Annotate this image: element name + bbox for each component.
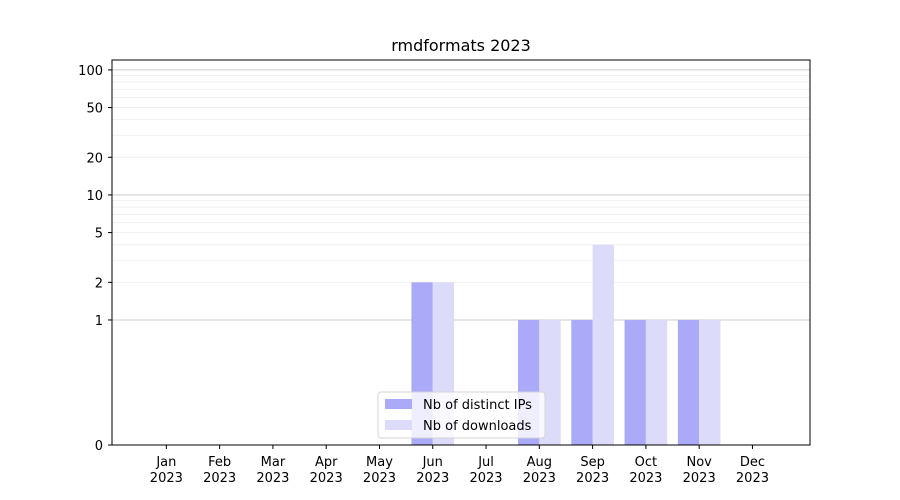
y-tick-label: 10 [86,189,103,204]
legend: Nb of distinct IPs Nb of downloads [377,391,546,439]
legend-swatch [385,420,412,430]
bar-downloads-nov [699,319,721,445]
y-tick-label: 20 [86,151,103,166]
chart-title: rmdformats 2023 [391,36,531,55]
chart: rmdformats 2023 0125102050100 Jan 2023Feb… [0,0,900,500]
x-tick-label: May 2023 [363,455,396,486]
bar-distinct-ips-sep [571,319,593,445]
y-tick-label: 0 [95,439,103,454]
bar-downloads-oct [645,319,668,445]
legend-swatch [385,399,412,409]
legend-label: Nb of distinct IPs [423,398,532,413]
y-tick-label: 100 [78,64,103,79]
y-tick-label: 2 [95,276,103,291]
x-tick-label: Nov 2023 [683,455,716,486]
bar-downloads-sep [592,244,614,445]
x-tick-label: Dec 2023 [736,455,769,486]
grid-lines [112,69,810,321]
x-tick-label: Sep 2023 [576,455,609,486]
y-tick-label: 5 [95,227,103,242]
x-tick-label: Mar 2023 [256,455,289,486]
x-tick-label: Aug 2023 [523,455,556,486]
bar-distinct-ips-nov [677,319,700,445]
legend-label: Nb of downloads [423,419,532,434]
y-tick-label: 1 [95,314,103,329]
bar-distinct-ips-oct [624,319,646,445]
y-tick-label: 50 [86,102,103,117]
